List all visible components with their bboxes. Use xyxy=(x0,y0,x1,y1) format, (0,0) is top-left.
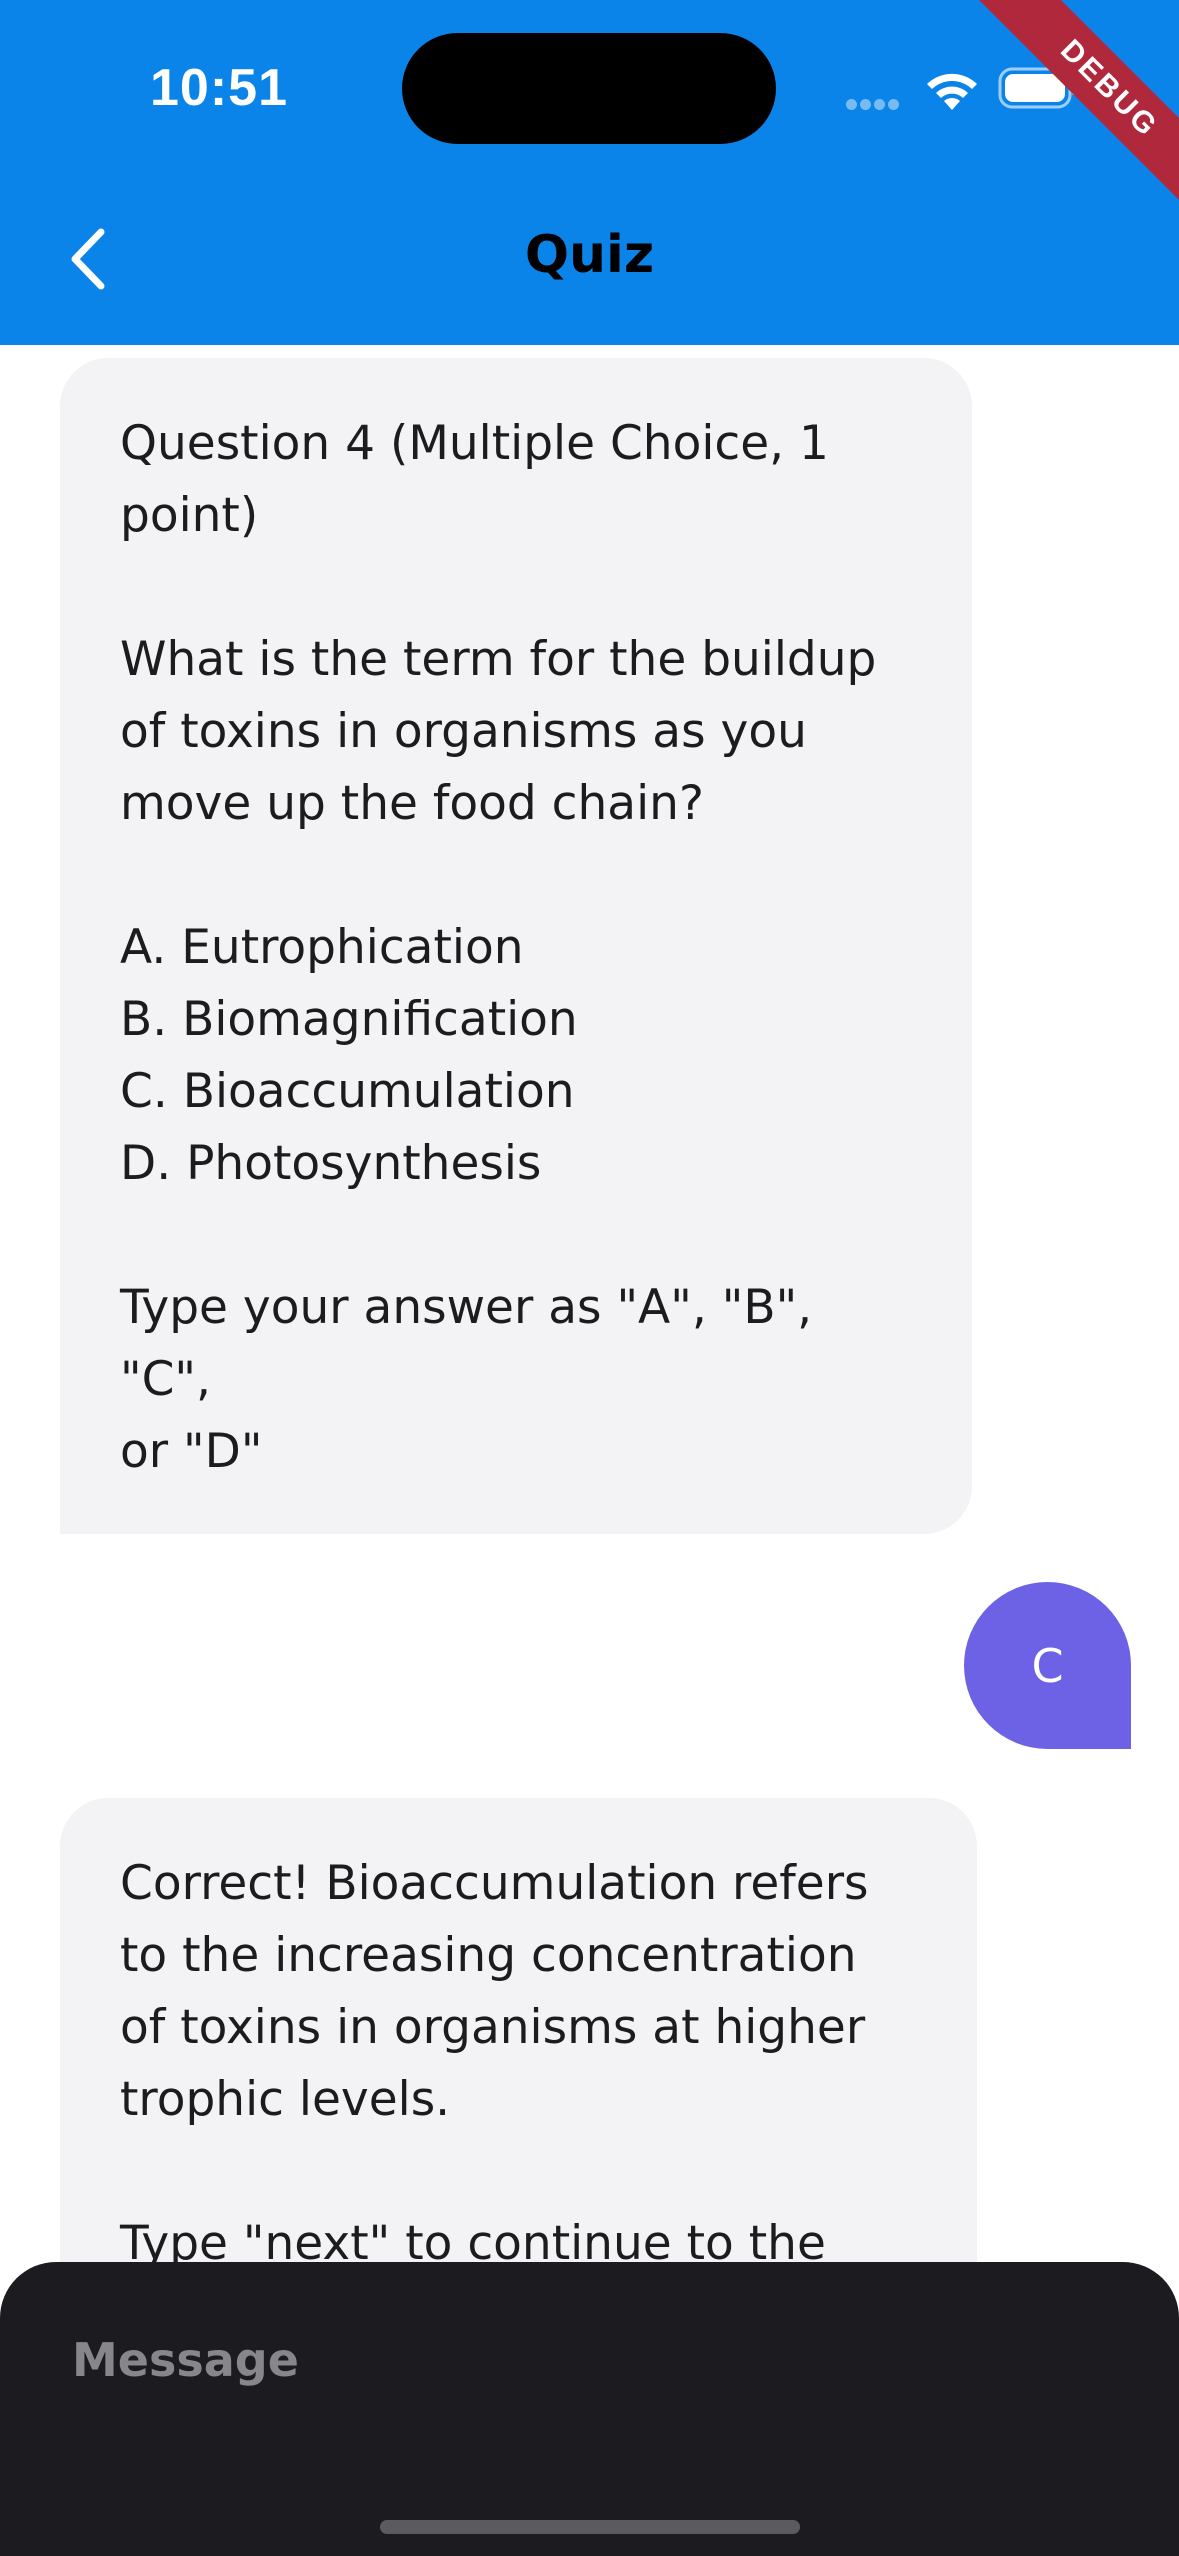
user-message-text: C xyxy=(1031,1638,1064,1693)
dynamic-island xyxy=(402,33,776,144)
bot-message-question: Question 4 (Multiple Choice, 1 point) Wh… xyxy=(60,358,972,1534)
user-message-answer: C xyxy=(964,1582,1131,1749)
option-b: B. Biomagnification xyxy=(120,992,578,1047)
answer-instruction: Type your answer as "A", "B", "C", or "D… xyxy=(120,1280,813,1479)
option-c: C. Bioaccumulation xyxy=(120,1064,575,1119)
question-text: What is the term for the buildup of toxi… xyxy=(120,632,877,831)
option-a: A. Eutrophication xyxy=(120,920,524,975)
page-title: Quiz xyxy=(524,225,655,285)
app-header: 10:51 DEBUG Quiz xyxy=(0,0,1179,345)
quiz-screen: 10:51 DEBUG Quiz Question 4 (Multiple Ch… xyxy=(0,0,1179,2556)
message-composer xyxy=(0,2262,1179,2556)
cellular-signal-icon xyxy=(846,95,906,110)
status-time: 10:51 xyxy=(150,59,288,117)
debug-banner: DEBUG xyxy=(959,0,1179,220)
message-input[interactable] xyxy=(72,2320,1112,2400)
home-indicator xyxy=(380,2520,800,2534)
question-heading: Question 4 (Multiple Choice, 1 point) xyxy=(120,416,829,543)
debug-banner-label: DEBUG xyxy=(975,0,1179,220)
option-d: D. Photosynthesis xyxy=(120,1136,542,1191)
feedback-text: Correct! Bioaccumulation refers to the i… xyxy=(120,1856,869,2127)
